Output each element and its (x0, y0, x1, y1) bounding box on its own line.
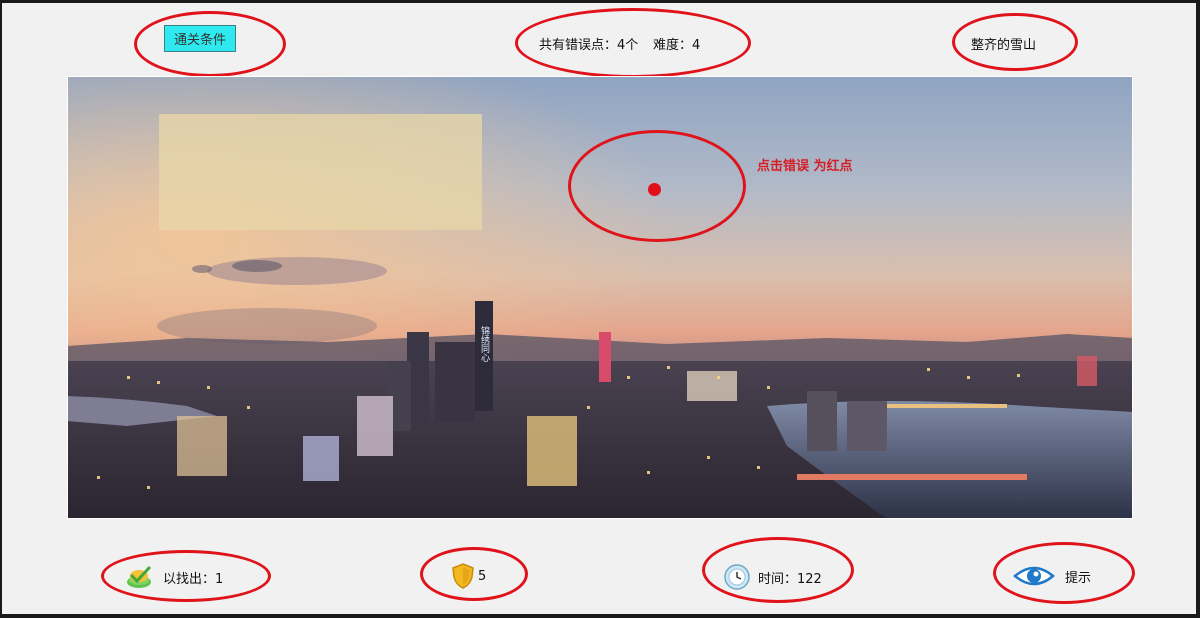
clock-icon (724, 564, 750, 590)
hint-label: 提示 (1065, 570, 1092, 586)
error-marker-dot[interactable] (648, 183, 661, 196)
time-label: 时间：122 (758, 571, 822, 587)
shield-counter: 5 (452, 563, 486, 589)
check-badge-icon (125, 564, 155, 590)
found-count-label: 以找出：1 (163, 571, 224, 587)
error-count-label: 共有错误点：4个 (539, 38, 639, 53)
difficulty-label: 难度：4 (653, 38, 701, 53)
annotation-text: 点击错误 为红点 (757, 159, 853, 174)
difference-region[interactable] (159, 114, 482, 230)
hint-button[interactable]: 提示 (1013, 564, 1091, 588)
pass-conditions-button[interactable]: 通关条件 (164, 25, 236, 52)
timer: 时间：122 (724, 564, 822, 590)
shield-value: 5 (478, 568, 487, 584)
eye-icon (1013, 564, 1055, 588)
puzzle-title: 整齐的雪山 (971, 38, 1037, 53)
billboard-text: 锦绣同心 (479, 325, 490, 362)
shield-icon (452, 563, 474, 589)
found-counter: 以找出：1 (125, 564, 223, 590)
